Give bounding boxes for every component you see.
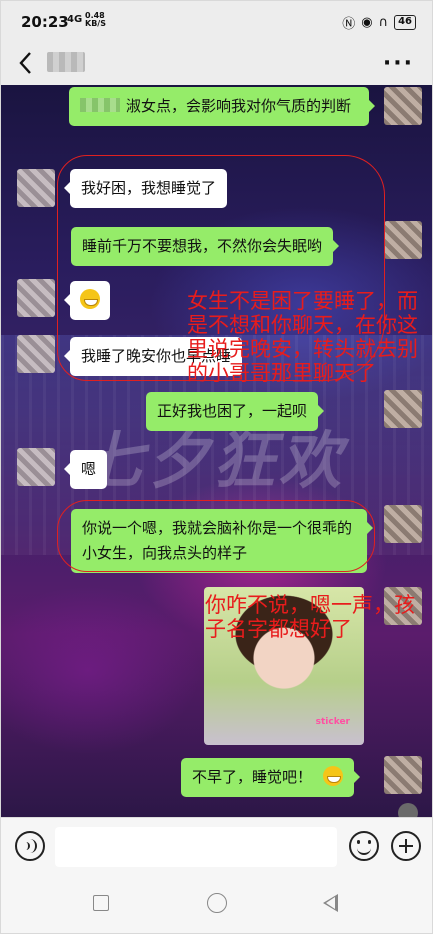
input-bar	[1, 817, 432, 875]
contact-avatar[interactable]	[17, 448, 55, 486]
contact-name: ********	[47, 52, 85, 72]
plus-icon[interactable]	[391, 831, 421, 861]
annotation-outline	[57, 500, 375, 572]
my-avatar[interactable]	[384, 87, 422, 125]
sticker-watermark: sticker	[315, 717, 350, 727]
my-avatar[interactable]	[384, 221, 422, 259]
emoji-icon[interactable]	[349, 831, 379, 861]
circle-icon[interactable]	[207, 893, 227, 913]
thinking-emoji-icon	[322, 766, 343, 786]
net-speed-unit: KB/S	[85, 19, 106, 28]
nfc-icon: Ⓝ	[342, 17, 356, 32]
contact-avatar[interactable]	[17, 335, 55, 373]
alarm-icon: ◉	[361, 15, 373, 30]
status-time: 20:23	[21, 13, 69, 31]
voice-icon[interactable]	[15, 831, 45, 861]
message-bubble-outgoing[interactable]: 正好我也困了，一起呗	[146, 392, 325, 431]
status-icons: Ⓝ ◉ ∩ 46	[342, 13, 416, 32]
net-speed: 0.48 KB/S	[85, 12, 106, 28]
more-dots-icon[interactable]: ···	[383, 51, 414, 76]
chat-area[interactable]: 七夕狂欢 淑女点，会影响我对你气质的判断 我好困，我想睡觉了 睡前千万不要想我，…	[1, 85, 432, 817]
contact-avatar[interactable]	[17, 279, 55, 317]
system-nav-bar	[1, 875, 432, 933]
my-avatar[interactable]	[384, 505, 422, 543]
chat-header: ******** ···	[1, 41, 432, 85]
message-bubble-outgoing[interactable]: 不早了，睡觉吧！	[181, 758, 360, 797]
status-bar: 20:23 4G 0.48 KB/S Ⓝ ◉ ∩ 46	[1, 1, 432, 41]
annotation-note: 女生不是困了要睡了，而是不想和你聊天，在你这里说完晚安，转头就去别的小哥哥那里聊…	[187, 289, 418, 385]
battery-icon: 46	[394, 15, 416, 30]
phone-screen: 20:23 4G 0.48 KB/S Ⓝ ◉ ∩ 46 ******** ···…	[0, 0, 433, 934]
message-bubble-outgoing[interactable]: 淑女点，会影响我对你气质的判断	[69, 87, 375, 126]
headphone-icon: ∩	[378, 15, 389, 30]
annotation-note: 你咋不说，嗯一声，孩子名字都想好了	[205, 593, 415, 641]
chevron-left-icon[interactable]	[15, 49, 37, 77]
square-icon[interactable]	[93, 895, 109, 911]
triangle-back-icon[interactable]	[323, 894, 338, 912]
message-input[interactable]	[55, 827, 337, 867]
my-avatar[interactable]	[384, 390, 422, 428]
message-text: 淑女点，会影响我对你气质的判断	[126, 97, 352, 115]
contact-avatar[interactable]	[17, 169, 55, 207]
signal-indicator: 4G	[67, 14, 83, 25]
my-avatar[interactable]	[384, 756, 422, 794]
message-text: 正好我也困了，一起呗	[157, 402, 308, 420]
message-text: 不早了，睡觉吧！	[192, 768, 313, 786]
message-bubble-incoming[interactable]: 嗯	[63, 450, 108, 489]
message-text: 嗯	[81, 460, 97, 478]
redacted-name	[80, 98, 120, 112]
